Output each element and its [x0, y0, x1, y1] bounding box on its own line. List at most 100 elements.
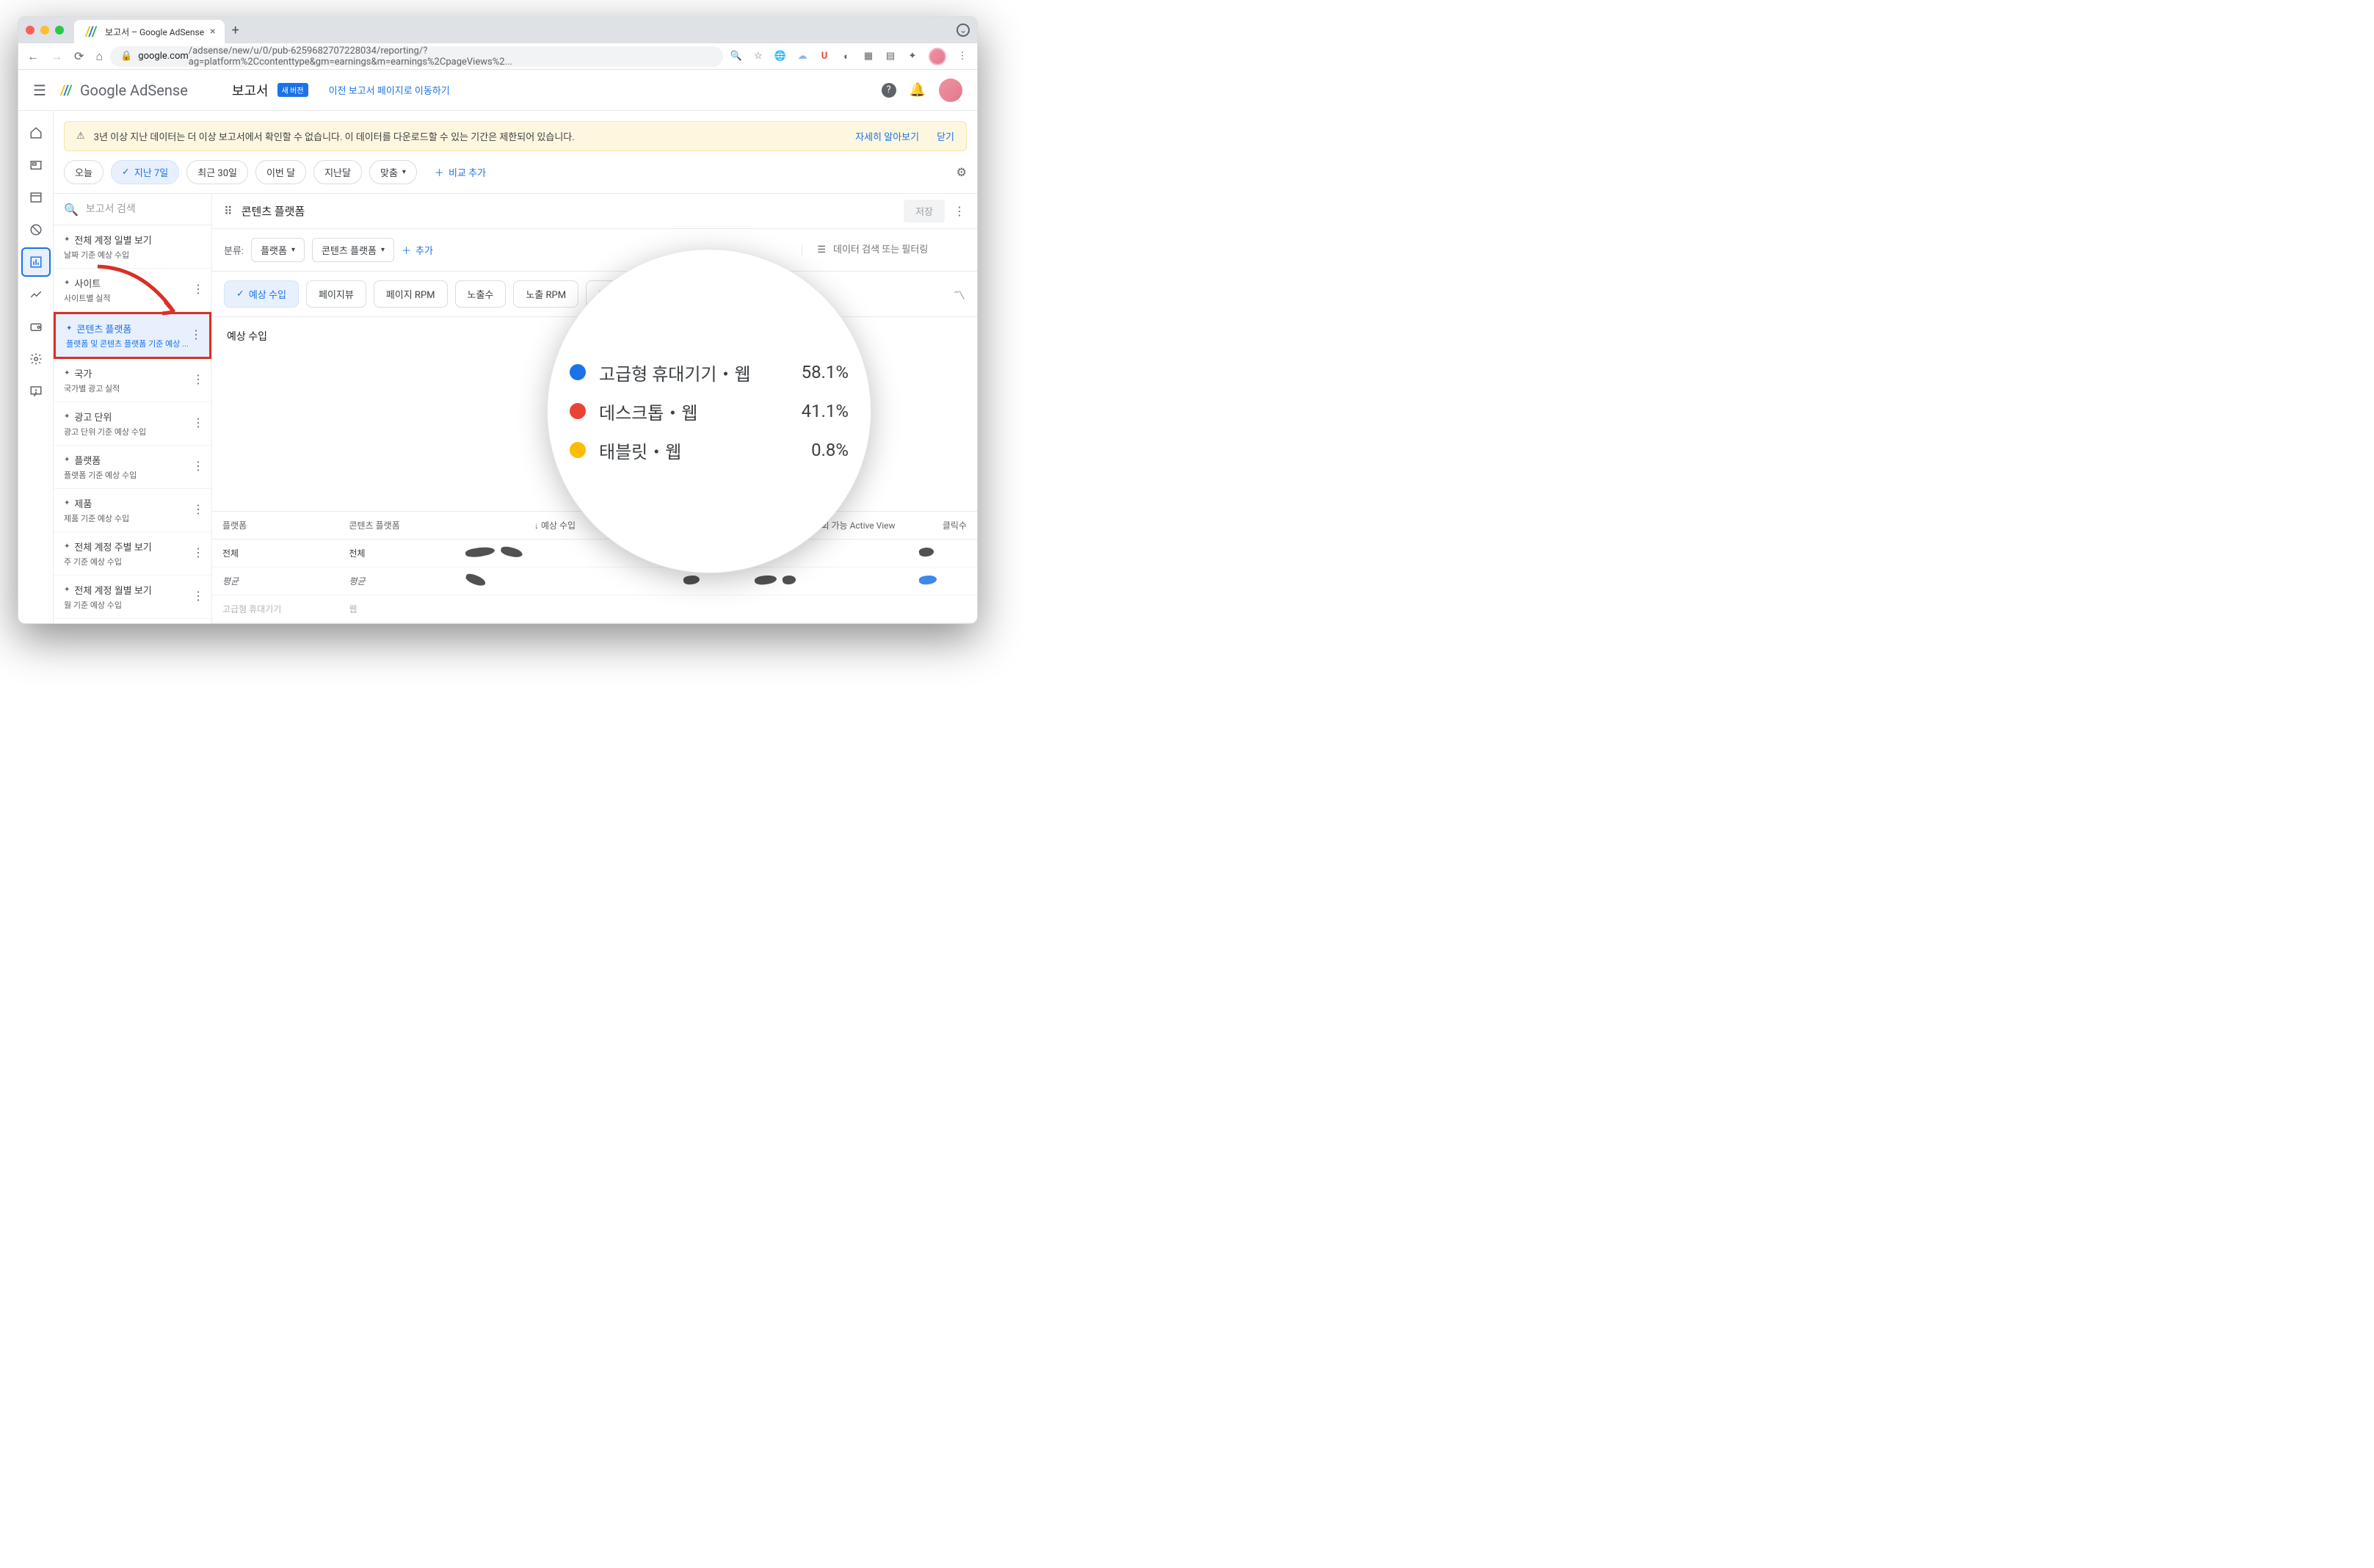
- cloud-icon[interactable]: ☁: [796, 51, 808, 62]
- sidebar-item-sites[interactable]: ✦사이트 사이트별 실적 ⋮: [54, 269, 211, 312]
- search-icon[interactable]: 🔍: [730, 51, 742, 62]
- sidebar-item-product[interactable]: ✦제품 제품 기준 예상 수입 ⋮: [54, 489, 211, 532]
- chevron-down-icon[interactable]: ⌄: [957, 23, 970, 37]
- sidebar-item-weekly[interactable]: ✦전체 계정 주별 보기 주 기준 예상 수입 ⋮: [54, 532, 211, 576]
- col-earnings[interactable]: ↓ 예상 수입: [452, 512, 586, 540]
- help-icon[interactable]: ?: [882, 83, 896, 98]
- sidebar-item-daily[interactable]: ✦전체 계정 일별 보기 날짜 기준 예상 수입: [54, 225, 211, 269]
- url-field[interactable]: 🔒 google.com /adsense/new/u/0/pub-625968…: [110, 46, 723, 67]
- chip-last7[interactable]: ✓지난 7일: [111, 160, 179, 184]
- star-icon[interactable]: ☆: [752, 51, 764, 62]
- home-button[interactable]: ⌂: [95, 49, 103, 64]
- metric-earnings[interactable]: ✓예상 수입: [224, 280, 299, 308]
- minimize-window-btn[interactable]: [40, 26, 49, 35]
- warning-icon: ⚠: [76, 131, 85, 142]
- reload-button[interactable]: ⟳: [74, 49, 84, 64]
- drag-icon[interactable]: ⠿: [224, 204, 233, 218]
- sidebar-item-ad-unit[interactable]: ✦광고 단위 광고 단위 기준 예상 수입 ⋮: [54, 402, 211, 446]
- browser-tab[interactable]: 보고서 – Google AdSense ×: [74, 20, 225, 43]
- notifications-icon[interactable]: 🔔: [910, 82, 926, 98]
- more-icon[interactable]: ⋮: [192, 502, 204, 516]
- report-sidebar: 🔍 ＋ ✦전체 계정 일별 보기 날짜 기준 예상 수입 ✦사이트 사이트별 실…: [54, 194, 212, 623]
- traffic-lights: [26, 26, 64, 35]
- filter-chip-content[interactable]: 콘텐츠 플랫폼▾: [312, 238, 394, 262]
- filter-chip-platform[interactable]: 플랫폼▾: [251, 238, 305, 262]
- table-row: 평균 평균: [212, 567, 977, 595]
- profile-avatar[interactable]: [929, 48, 946, 65]
- more-icon[interactable]: ⋮: [192, 545, 204, 559]
- alert-learn-more[interactable]: 자세히 알아보기: [855, 129, 919, 143]
- chip-last-month[interactable]: 지난달: [313, 160, 362, 184]
- rail-reports-icon[interactable]: [21, 247, 51, 277]
- chip-this-month[interactable]: 이번 달: [255, 160, 306, 184]
- table-row: 전체 전체: [212, 540, 977, 567]
- col-content[interactable]: 콘텐츠 플랫폼: [339, 512, 453, 540]
- ext-icon-1[interactable]: ◐: [841, 51, 852, 62]
- filter-label: 분류:: [224, 243, 244, 257]
- rail-block-icon[interactable]: [21, 215, 51, 244]
- close-window-btn[interactable]: [26, 26, 35, 35]
- more-icon[interactable]: ⋮: [190, 327, 202, 341]
- filter-add-button[interactable]: ＋추가: [402, 243, 433, 257]
- menu-icon[interactable]: ⋮: [957, 51, 968, 62]
- rail-home-icon[interactable]: [21, 118, 51, 148]
- legend-dot-icon: [570, 403, 586, 419]
- lock-icon: 🔒: [120, 51, 132, 62]
- legend-dot-icon: [570, 364, 586, 380]
- tab-title: 보고서 – Google AdSense: [105, 26, 204, 38]
- chip-compare-add[interactable]: ＋비교 추가: [424, 161, 496, 184]
- metric-impression-rpm[interactable]: 노출 RPM: [513, 280, 578, 308]
- u-icon[interactable]: U: [818, 51, 830, 62]
- new-tab-button[interactable]: +: [232, 23, 239, 38]
- rail-feedback-icon[interactable]: [21, 377, 51, 406]
- close-tab-icon[interactable]: ×: [210, 26, 215, 37]
- more-icon[interactable]: ⋮: [192, 589, 204, 603]
- col-clicks[interactable]: 클릭수: [906, 512, 977, 540]
- sidebar-item-content-platform[interactable]: ✦콘텐츠 플랫폼 플랫폼 및 콘텐츠 플랫폼 기준 예상 ... ⋮: [54, 312, 211, 359]
- chart-type-icon[interactable]: 〽: [954, 286, 965, 303]
- filter-search-input[interactable]: [833, 244, 965, 255]
- rail-payments-icon[interactable]: [21, 312, 51, 341]
- rail-settings-icon[interactable]: [21, 344, 51, 374]
- forward-button[interactable]: →: [51, 49, 62, 64]
- back-button[interactable]: ←: [27, 49, 39, 64]
- hamburger-menu[interactable]: ☰: [33, 81, 46, 99]
- more-icon[interactable]: ⋮: [192, 459, 204, 473]
- ext-icon-3[interactable]: ▤: [885, 51, 896, 62]
- rail-sites-icon[interactable]: [21, 183, 51, 212]
- maximize-window-btn[interactable]: [55, 26, 64, 35]
- more-icon[interactable]: ⋮: [954, 204, 965, 218]
- ext-icon-2[interactable]: ▦: [863, 51, 874, 62]
- adsense-logo[interactable]: Google AdSense: [58, 81, 188, 99]
- gear-icon[interactable]: ⚙: [957, 165, 967, 179]
- chip-last30[interactable]: 최근 30일: [186, 160, 248, 184]
- rail-optimization-icon[interactable]: [21, 280, 51, 309]
- save-button[interactable]: 저장: [904, 200, 945, 222]
- legend-item: 고급형 휴대기기・웹 58.1%: [570, 360, 849, 385]
- chip-today[interactable]: 오늘: [64, 160, 104, 184]
- metric-page-rpm[interactable]: 페이지 RPM: [374, 280, 448, 308]
- sidebar-item-monthly[interactable]: ✦전체 계정 월별 보기 월 기준 예상 수입 ⋮: [54, 576, 211, 619]
- alert-close[interactable]: 닫기: [937, 129, 954, 143]
- filter-icon: ☰: [817, 244, 826, 255]
- sidebar-item-country[interactable]: ✦국가 국가별 광고 실적 ⋮: [54, 359, 211, 402]
- sidebar-item-platform[interactable]: ✦플랫폼 플랫폼 기준 예상 수입 ⋮: [54, 446, 211, 489]
- user-avatar[interactable]: [939, 79, 962, 102]
- report-title: 콘텐츠 플랫폼: [242, 203, 305, 219]
- report-search-input[interactable]: [86, 203, 212, 215]
- more-icon[interactable]: ⋮: [192, 372, 204, 386]
- legend-item: 데스크톱・웹 41.1%: [570, 399, 849, 424]
- rail-ads-icon[interactable]: [21, 150, 51, 180]
- app-header: ☰ Google AdSense 보고서 새 버전 이전 보고서 페이지로 이동…: [18, 70, 977, 111]
- legacy-link[interactable]: 이전 보고서 페이지로 이동하기: [329, 83, 450, 97]
- translate-icon[interactable]: 🌐: [774, 51, 786, 62]
- col-platform[interactable]: 플랫폼: [212, 512, 339, 540]
- metric-impressions[interactable]: 노출수: [455, 280, 507, 308]
- metric-pageviews[interactable]: 페이지뷰: [306, 280, 366, 308]
- url-domain: google.com: [138, 51, 189, 62]
- sidebar-item-custom-channel[interactable]: ✦맞춤 채널 맞춤 채널 기준 예상 수입 ⋮: [54, 619, 211, 623]
- extensions-icon[interactable]: ✦: [907, 51, 918, 62]
- chip-custom[interactable]: 맞춤▾: [369, 160, 417, 184]
- more-icon[interactable]: ⋮: [192, 415, 204, 429]
- more-icon[interactable]: ⋮: [192, 282, 204, 296]
